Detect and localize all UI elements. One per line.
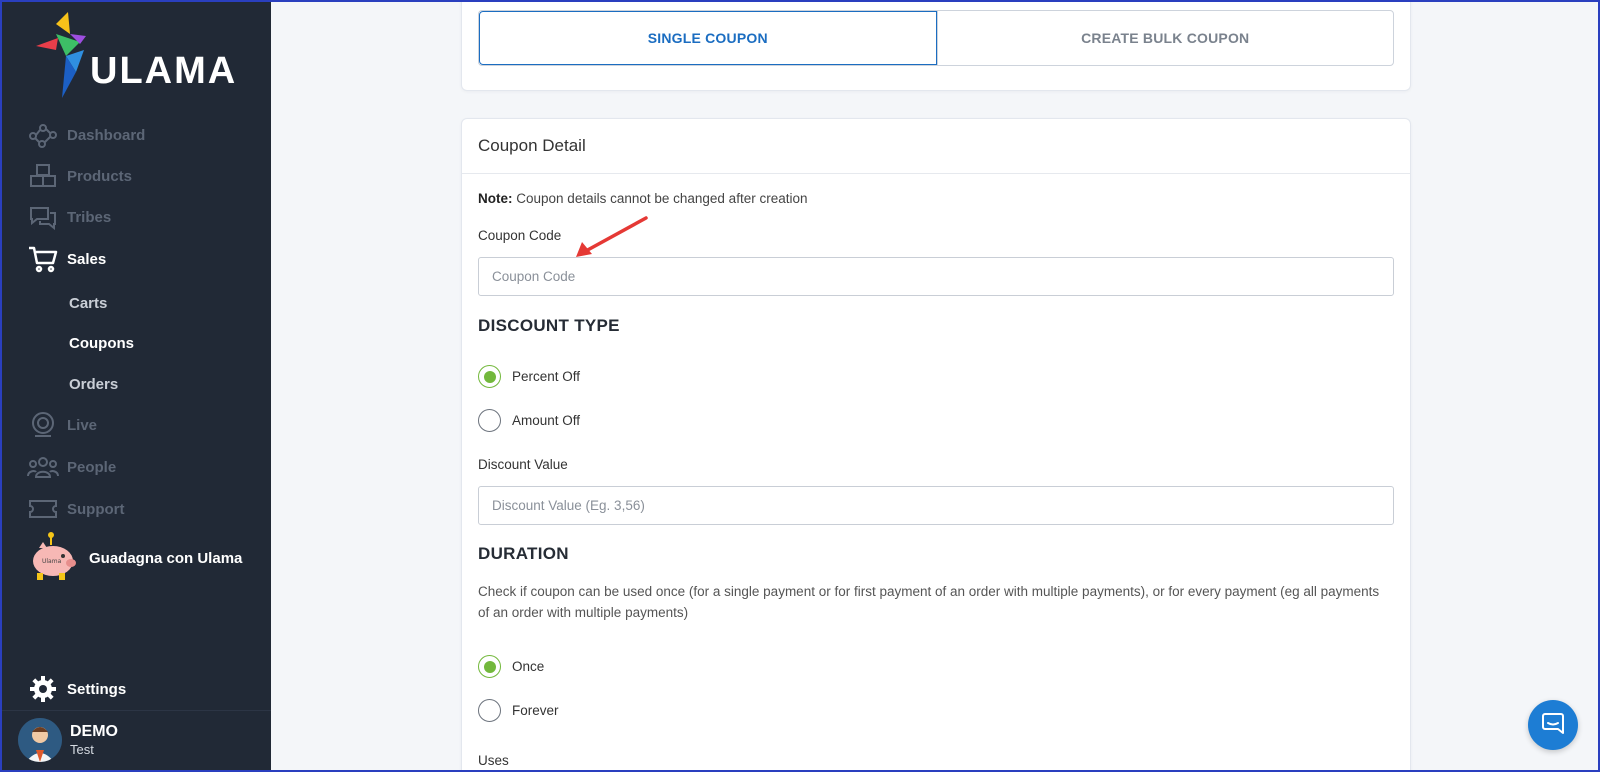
sidebar-item-label: Support bbox=[67, 500, 125, 518]
radio-forever[interactable]: Forever bbox=[478, 699, 559, 722]
note-text: Coupon details cannot be changed after c… bbox=[516, 191, 808, 206]
radio-label: Forever bbox=[512, 703, 559, 718]
sidebar-item-label: Guadagna con Ulama bbox=[89, 550, 243, 567]
discount-value-label: Discount Value bbox=[478, 457, 568, 472]
sidebar-item-label: Dashboard bbox=[67, 126, 146, 144]
cart-icon bbox=[27, 243, 59, 275]
card-title: Coupon Detail bbox=[462, 119, 1410, 174]
chat-icon bbox=[1541, 711, 1565, 740]
sidebar-item-sales[interactable]: Sales bbox=[27, 243, 106, 275]
tab-create-bulk-coupon[interactable]: CREATE BULK COUPON bbox=[936, 11, 1394, 65]
coupon-code-label: Coupon Code bbox=[478, 228, 562, 243]
support-icon bbox=[27, 493, 59, 525]
duration-title: DURATION bbox=[478, 544, 569, 563]
radio-indicator[interactable] bbox=[478, 409, 501, 432]
piggy-bank-icon: Ulama bbox=[27, 530, 79, 587]
dashboard-icon bbox=[27, 119, 59, 151]
sidebar-item-label: Tribes bbox=[67, 208, 112, 226]
people-icon bbox=[27, 451, 59, 483]
radio-label: Amount Off bbox=[512, 413, 581, 428]
radio-amount-off[interactable]: Amount Off bbox=[478, 409, 580, 432]
radio-indicator[interactable] bbox=[478, 699, 501, 722]
radio-selected-indicator[interactable] bbox=[478, 655, 501, 678]
brand-name: ULAMA bbox=[90, 50, 238, 92]
sidebar-item-tribes[interactable]: Tribes bbox=[27, 201, 111, 233]
coupon-code-input[interactable] bbox=[478, 257, 1394, 296]
annotation-arrow-icon bbox=[576, 216, 648, 257]
svg-text:Ulama: Ulama bbox=[42, 558, 62, 565]
bird-logo-icon bbox=[36, 12, 86, 98]
radio-label: Percent Off bbox=[512, 369, 581, 384]
sidebar-divider bbox=[0, 710, 271, 711]
radio-percent-off[interactable]: Percent Off bbox=[478, 365, 580, 388]
sidebar-item-dashboard[interactable]: Dashboard bbox=[27, 119, 145, 151]
sidebar: ULAMA Dashboard Products Tribes Sales Ca… bbox=[0, 0, 271, 772]
sidebar-item-label: Sales bbox=[67, 250, 107, 268]
live-icon bbox=[27, 409, 59, 441]
sidebar-item-label: Products bbox=[67, 167, 133, 185]
sidebar-item-referral[interactable]: Ulama Guadagna con Ulama bbox=[27, 530, 242, 587]
tab-single-coupon[interactable]: SINGLE COUPON bbox=[479, 11, 937, 65]
user-name: DEMO bbox=[70, 723, 118, 740]
coupon-mode-toggle: SINGLE COUPON CREATE BULK COUPON bbox=[478, 10, 1394, 66]
uses-label: Uses bbox=[478, 753, 509, 768]
user-profile[interactable]: DEMO Test bbox=[18, 718, 118, 762]
sidebar-item-support[interactable]: Support bbox=[27, 493, 125, 525]
user-subtitle: Test bbox=[70, 742, 94, 757]
coupon-mode-card: SINGLE COUPON CREATE BULK COUPON bbox=[461, 0, 1411, 91]
ulama-logo[interactable]: ULAMA bbox=[36, 12, 246, 102]
duration-description: Check if coupon can be used once (for a … bbox=[478, 584, 1380, 620]
creation-note: Note: Coupon details cannot be changed a… bbox=[478, 191, 807, 206]
sidebar-subitem-coupons[interactable]: Coupons bbox=[69, 335, 134, 352]
tribes-icon bbox=[27, 201, 59, 233]
sidebar-item-label: People bbox=[67, 458, 117, 476]
sidebar-item-live[interactable]: Live bbox=[27, 409, 97, 441]
sidebar-item-people[interactable]: People bbox=[27, 451, 116, 483]
avatar bbox=[18, 718, 62, 762]
chat-launcher-button[interactable] bbox=[1528, 700, 1578, 750]
gear-icon bbox=[27, 673, 59, 705]
note-label: Note: bbox=[478, 191, 513, 206]
sidebar-item-settings[interactable]: Settings bbox=[27, 673, 126, 705]
discount-type-title: DISCOUNT TYPE bbox=[478, 316, 620, 335]
sidebar-item-products[interactable]: Products bbox=[27, 160, 132, 192]
radio-label: Once bbox=[512, 659, 545, 674]
sidebar-item-label: Live bbox=[67, 416, 98, 434]
discount-value-input[interactable] bbox=[478, 486, 1394, 525]
radio-selected-indicator[interactable] bbox=[478, 365, 501, 388]
sidebar-subitem-orders[interactable]: Orders bbox=[69, 376, 118, 393]
sidebar-subitem-carts[interactable]: Carts bbox=[69, 295, 107, 312]
sidebar-item-label: Settings bbox=[67, 680, 127, 698]
products-icon bbox=[27, 160, 59, 192]
radio-once[interactable]: Once bbox=[478, 655, 544, 678]
